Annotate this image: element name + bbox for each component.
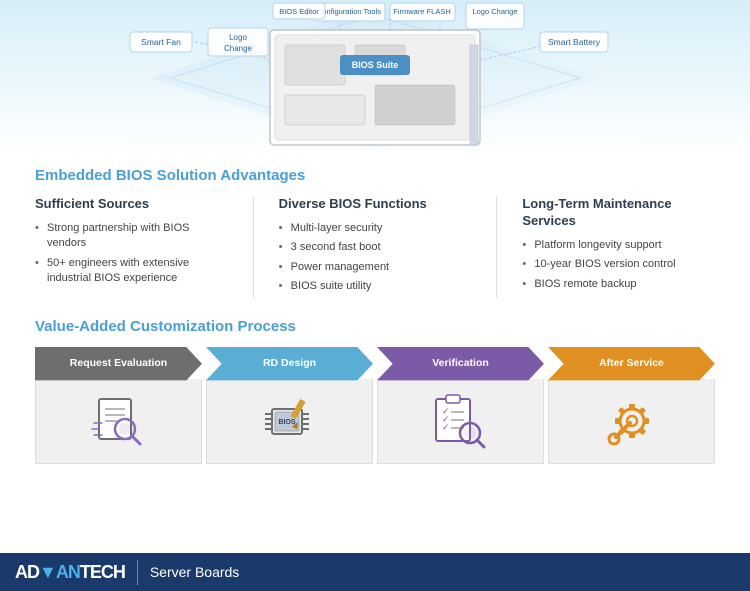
svg-text:Change: Change — [224, 44, 253, 53]
svg-text:BIOS: BIOS — [278, 419, 295, 426]
footer-brand-van: ▼AN — [39, 562, 80, 583]
col3-bullet-2: 10-year BIOS version control — [522, 257, 715, 272]
main-section-title: Embedded BIOS Solution Advantages — [35, 167, 715, 184]
col3-title: Long-Term Maintenance Services — [522, 196, 715, 230]
step4-icon-area — [548, 379, 715, 464]
col3-bullets: Platform longevity support 10-year BIOS … — [522, 238, 715, 292]
svg-text:Logo Change: Logo Change — [472, 7, 517, 16]
step2-label: RD Design — [206, 347, 373, 379]
svg-text:BIOS Editor: BIOS Editor — [279, 7, 319, 16]
col2-bullet-1: Multi-layer security — [279, 221, 472, 236]
svg-text:Smart Battery: Smart Battery — [548, 37, 601, 47]
col-divider-2 — [496, 196, 497, 298]
step3-label: Verification — [377, 347, 544, 379]
main-content: Embedded BIOS Solution Advantages Suffic… — [0, 155, 750, 308]
bios-chip-icon: BIOS — [257, 394, 322, 449]
step-after-service: After Service — [548, 347, 715, 464]
document-search-icon — [89, 391, 149, 451]
step1-label: Request Evaluation — [35, 347, 202, 379]
step2-icon-area: BIOS — [206, 379, 373, 464]
step-verification: Verification ✓ ✓ ✓ — [377, 347, 544, 464]
value-section-title: Value-Added Customization Process — [35, 318, 715, 335]
col2-bullet-2: 3 second fast boot — [279, 240, 472, 255]
footer-brand-ad: AD — [15, 562, 39, 583]
step3-icon-area: ✓ ✓ ✓ — [377, 379, 544, 464]
svg-text:Firmware FLASH: Firmware FLASH — [393, 7, 451, 16]
svg-text:Configuration Tools: Configuration Tools — [317, 7, 381, 16]
step-request-evaluation: Request Evaluation — [35, 347, 202, 464]
column-sufficient-sources: Sufficient Sources Strong partnership wi… — [35, 196, 228, 290]
process-steps: Request Evaluation — [35, 347, 715, 464]
col1-bullets: Strong partnership with BIOS vendors 50+… — [35, 221, 228, 287]
footer-brand-tech: TECH — [80, 562, 125, 583]
footer-brand: AD ▼AN TECH — [15, 562, 125, 583]
column-long-term: Long-Term Maintenance Services Platform … — [522, 196, 715, 296]
advantages-columns: Sufficient Sources Strong partnership wi… — [35, 196, 715, 298]
step4-label: After Service — [548, 347, 715, 379]
col2-bullet-3: Power management — [279, 260, 472, 275]
step-rd-design: RD Design BIOS — [206, 347, 373, 464]
value-section: Value-Added Customization Process Reques… — [0, 308, 750, 474]
footer-divider — [137, 560, 138, 585]
col1-bullet-2: 50+ engineers with extensive industrial … — [35, 256, 228, 287]
svg-text:BIOS Suite: BIOS Suite — [352, 60, 399, 70]
col2-bullet-4: BIOS suite utility — [279, 279, 472, 294]
footer-subtitle: Server Boards — [150, 564, 239, 580]
checklist-search-icon: ✓ ✓ ✓ — [428, 391, 493, 451]
svg-text:Smart Fan: Smart Fan — [141, 37, 181, 47]
step1-icon-area — [35, 379, 202, 464]
wrench-gear-icon — [602, 391, 662, 451]
diagram-area: BIOS Suite Smart Fan Logo Change Configu… — [0, 0, 750, 155]
col3-bullet-3: BIOS remote backup — [522, 277, 715, 292]
col2-title: Diverse BIOS Functions — [279, 196, 472, 213]
col2-bullets: Multi-layer security 3 second fast boot … — [279, 221, 472, 295]
col1-bullet-1: Strong partnership with BIOS vendors — [35, 221, 228, 252]
col3-bullet-1: Platform longevity support — [522, 238, 715, 253]
svg-text:✓: ✓ — [442, 422, 450, 432]
col1-title: Sufficient Sources — [35, 196, 228, 213]
footer: AD ▼AN TECH Server Boards — [0, 553, 750, 591]
svg-text:Logo: Logo — [229, 33, 247, 42]
column-diverse-bios: Diverse BIOS Functions Multi-layer secur… — [279, 196, 472, 298]
col-divider-1 — [253, 196, 254, 298]
